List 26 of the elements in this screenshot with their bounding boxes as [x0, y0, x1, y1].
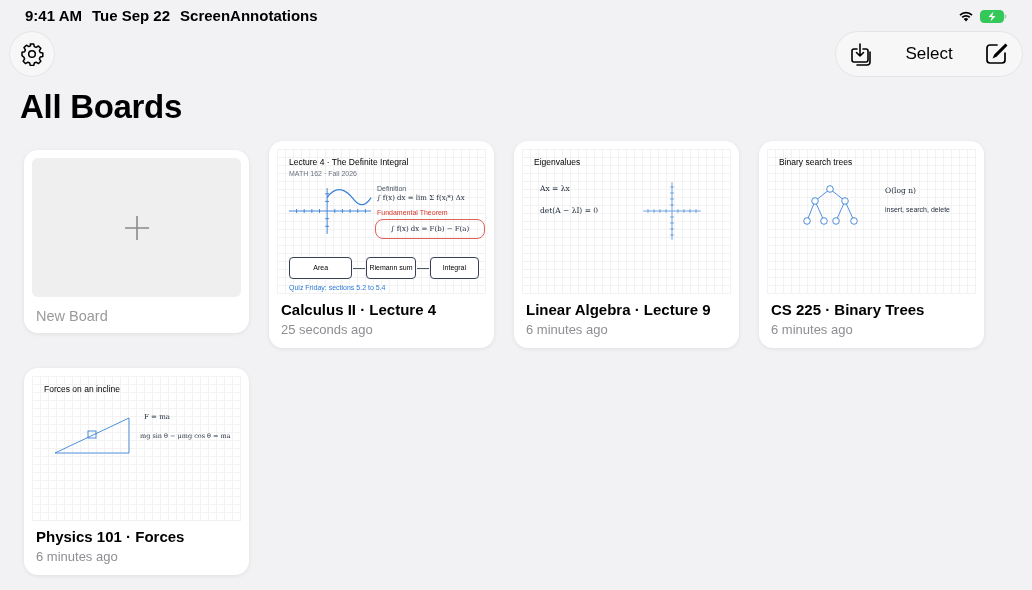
board-title: CS 225 · Binary Trees: [771, 301, 926, 320]
updated-time: 6 minutes ago: [771, 321, 854, 338]
board-title: Linear Algebra · Lecture 9: [526, 301, 712, 320]
board-heading: Binary search trees: [779, 158, 853, 167]
binary-tree-drawing: [802, 185, 858, 225]
board-heading: Forces on an incline: [44, 385, 121, 394]
board-heading: Lecture 4 · The Definite Integral: [289, 158, 409, 167]
board-title: Calculus II · Lecture 4: [281, 301, 438, 320]
board-heading: Eigenvalues: [534, 158, 581, 167]
wifi-icon: [958, 10, 974, 22]
status-time: 9:41 AM: [25, 5, 82, 26]
board-title: Physics 101 · Forces: [36, 528, 186, 547]
updated-time: 25 seconds ago: [281, 321, 374, 338]
compose-icon: [984, 42, 1008, 66]
updated-time: 6 minutes ago: [526, 321, 609, 338]
updated-time: 6 minutes ago: [36, 548, 119, 565]
settings-icon: [20, 42, 44, 66]
settings-button[interactable]: [10, 32, 54, 76]
board-card[interactable]: [269, 141, 494, 348]
plus-icon: [123, 214, 150, 241]
status-date: Tue Sep 22: [91, 5, 171, 26]
board-title: New Board: [36, 307, 109, 326]
page-title: All Boards: [20, 90, 184, 123]
axes-drawing: [642, 181, 702, 241]
select-button[interactable]: Select: [905, 41, 953, 67]
app-name: ScreenAnnotations: [180, 5, 318, 26]
